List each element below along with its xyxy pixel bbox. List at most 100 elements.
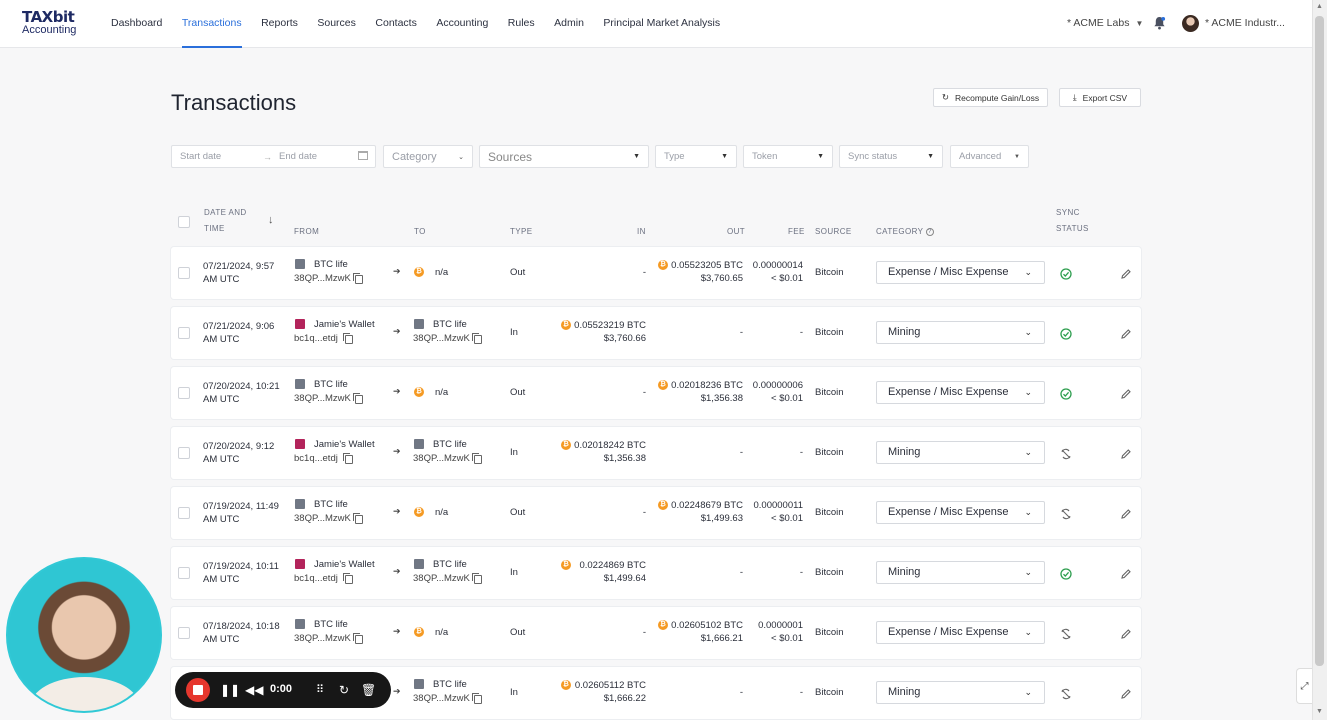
edit-pencil-icon[interactable]	[1120, 327, 1132, 339]
row-checkbox[interactable]	[178, 267, 190, 279]
chevron-down-icon: ⌄	[1024, 267, 1032, 277]
restart-icon[interactable]: ↻	[339, 682, 349, 698]
from-wallet-name[interactable]: Jamie's Wallet	[314, 318, 375, 331]
help-circle-icon[interactable]: ?	[925, 227, 934, 236]
copy-icon[interactable]	[343, 573, 353, 584]
sync-status-filter[interactable]: Sync status ▼	[839, 145, 943, 168]
table-row[interactable]: 07/21/2024, 9:57 AM UTC BTC life 38QP...Mzw…	[171, 247, 1141, 299]
edit-pencil-icon[interactable]	[1120, 627, 1132, 639]
type-filter[interactable]: Type ▼	[655, 145, 737, 168]
from-wallet-name[interactable]: Jamie's Wallet	[314, 558, 375, 571]
to-wallet-name[interactable]: BTC life	[433, 318, 467, 331]
sources-filter[interactable]: Sources ▼	[479, 145, 649, 168]
to-wallet-name[interactable]: BTC life	[433, 558, 467, 571]
edit-pencil-icon[interactable]	[1120, 447, 1132, 459]
edit-pencil-icon[interactable]	[1120, 267, 1132, 279]
nav-item-principal-market-analysis[interactable]: Principal Market Analysis	[603, 0, 720, 48]
table-row[interactable]: 07/20/2024, 9:12 AM UTC Jamie's Wallet bc1q…	[171, 427, 1141, 479]
trash-icon[interactable]: 🗑	[361, 682, 376, 698]
pause-icon[interactable]: ❚❚	[220, 682, 240, 698]
bell-icon[interactable]	[1153, 16, 1166, 30]
copy-icon[interactable]	[343, 453, 353, 464]
nav-item-contacts[interactable]: Contacts	[375, 0, 416, 48]
nav-item-sources[interactable]: Sources	[317, 0, 356, 48]
table-row[interactable]: 07/19/2024, 10:11 AM UTC Jamie's Wallet bc1…	[171, 547, 1141, 599]
category-select[interactable]: Mining ⌄	[876, 561, 1045, 584]
copy-icon[interactable]	[472, 453, 482, 464]
category-select[interactable]: Expense / Misc Expense ⌄	[876, 621, 1045, 644]
rewind-icon[interactable]: ◀◀	[245, 682, 263, 698]
from-wallet-name[interactable]: BTC life	[314, 378, 348, 391]
table-row[interactable]: 07/21/2024, 9:06 AM UTC Jamie's Wallet bc1q…	[171, 307, 1141, 359]
category-select[interactable]: Expense / Misc Expense ⌄	[876, 501, 1045, 524]
out-usd: -	[739, 687, 743, 698]
table-row[interactable]: 07/19/2024, 11:49 AM UTC BTC life 38QP...Mz…	[171, 487, 1141, 539]
category-select[interactable]: Expense / Misc Expense ⌄	[876, 381, 1045, 404]
caret-down-icon: ▼	[927, 153, 934, 160]
calendar-icon[interactable]	[358, 151, 368, 160]
scroll-up-icon[interactable]: ▲	[1316, 3, 1323, 10]
copy-icon[interactable]	[353, 273, 363, 284]
bitcoin-icon: ₿	[561, 320, 571, 330]
scrollbar-thumb[interactable]	[1315, 16, 1324, 666]
fee-usd: < $0.01	[771, 633, 803, 644]
advanced-filter[interactable]: Advanced ▼	[950, 145, 1029, 168]
category-filter[interactable]: Category ⌄	[383, 145, 473, 168]
row-checkbox[interactable]	[178, 507, 190, 519]
grid-dots-icon[interactable]: ⠿	[316, 682, 324, 698]
nav-item-dashboard[interactable]: Dashboard	[111, 0, 162, 48]
copy-icon[interactable]	[353, 513, 363, 524]
user-name[interactable]: * ACME Industr...	[1205, 17, 1285, 29]
from-wallet-name[interactable]: BTC life	[314, 498, 348, 511]
nav-item-transactions[interactable]: Transactions	[181, 0, 242, 48]
edit-pencil-icon[interactable]	[1120, 567, 1132, 579]
scroll-down-icon[interactable]: ▼	[1316, 708, 1323, 715]
copy-icon[interactable]	[353, 393, 363, 404]
row-checkbox[interactable]	[178, 567, 190, 579]
export-csv-button[interactable]: ⤓ Export CSV	[1059, 88, 1141, 107]
copy-icon[interactable]	[472, 333, 482, 344]
select-all-checkbox[interactable]	[178, 216, 190, 228]
table-row[interactable]: 07/18/2024, 10:18 AM UTC BTC life 38QP...Mz…	[171, 607, 1141, 659]
start-date-input[interactable]: Start date	[180, 151, 221, 162]
edit-pencil-icon[interactable]	[1120, 387, 1132, 399]
chevron-down-icon: ⌄	[1024, 327, 1032, 337]
collapse-panel-icon[interactable]: ⤢	[1296, 668, 1312, 704]
to-wallet-name[interactable]: BTC life	[433, 438, 467, 451]
download-icon: ⤓	[1072, 92, 1077, 102]
row-checkbox[interactable]	[178, 447, 190, 459]
token-filter[interactable]: Token ▼	[743, 145, 833, 168]
column-header-date[interactable]: DATE AND TIME	[204, 208, 247, 240]
recompute-gain-loss-button[interactable]: ↻ Recompute Gain/Loss	[933, 88, 1048, 107]
sort-arrow-down-icon[interactable]: ↓	[268, 214, 274, 226]
taxbit-logo[interactable]: TAXbit Accounting	[22, 9, 82, 39]
user-avatar[interactable]	[1182, 15, 1199, 32]
copy-icon[interactable]	[353, 633, 363, 644]
category-select[interactable]: Expense / Misc Expense ⌄	[876, 261, 1045, 284]
from-wallet-name[interactable]: Jamie's Wallet	[314, 438, 375, 451]
org-switcher[interactable]: * ACME Labs ▼	[1067, 17, 1143, 29]
end-date-input[interactable]: End date	[279, 151, 317, 162]
copy-icon[interactable]	[343, 333, 353, 344]
stop-recording-button[interactable]	[186, 678, 210, 702]
category-select-value: Expense / Misc Expense	[888, 626, 1009, 638]
nav-item-accounting[interactable]: Accounting	[436, 0, 488, 48]
row-checkbox[interactable]	[178, 387, 190, 399]
edit-pencil-icon[interactable]	[1120, 687, 1132, 699]
nav-item-admin[interactable]: Admin	[554, 0, 584, 48]
category-select[interactable]: Mining ⌄	[876, 321, 1045, 344]
from-wallet-name[interactable]: BTC life	[314, 618, 348, 631]
row-checkbox[interactable]	[178, 627, 190, 639]
nav-item-reports[interactable]: Reports	[261, 0, 298, 48]
category-select[interactable]: Mining ⌄	[876, 441, 1045, 464]
from-wallet-name[interactable]: BTC life	[314, 258, 348, 271]
table-row[interactable]: 07/20/2024, 10:21 AM UTC BTC life 38QP...Mz…	[171, 367, 1141, 419]
date-range-picker[interactable]: Start date → End date	[171, 145, 376, 168]
edit-pencil-icon[interactable]	[1120, 507, 1132, 519]
row-checkbox[interactable]	[178, 327, 190, 339]
copy-icon[interactable]	[472, 693, 482, 704]
nav-item-rules[interactable]: Rules	[508, 0, 535, 48]
copy-icon[interactable]	[472, 573, 482, 584]
category-select[interactable]: Mining ⌄	[876, 681, 1045, 704]
to-wallet-name[interactable]: BTC life	[433, 678, 467, 691]
